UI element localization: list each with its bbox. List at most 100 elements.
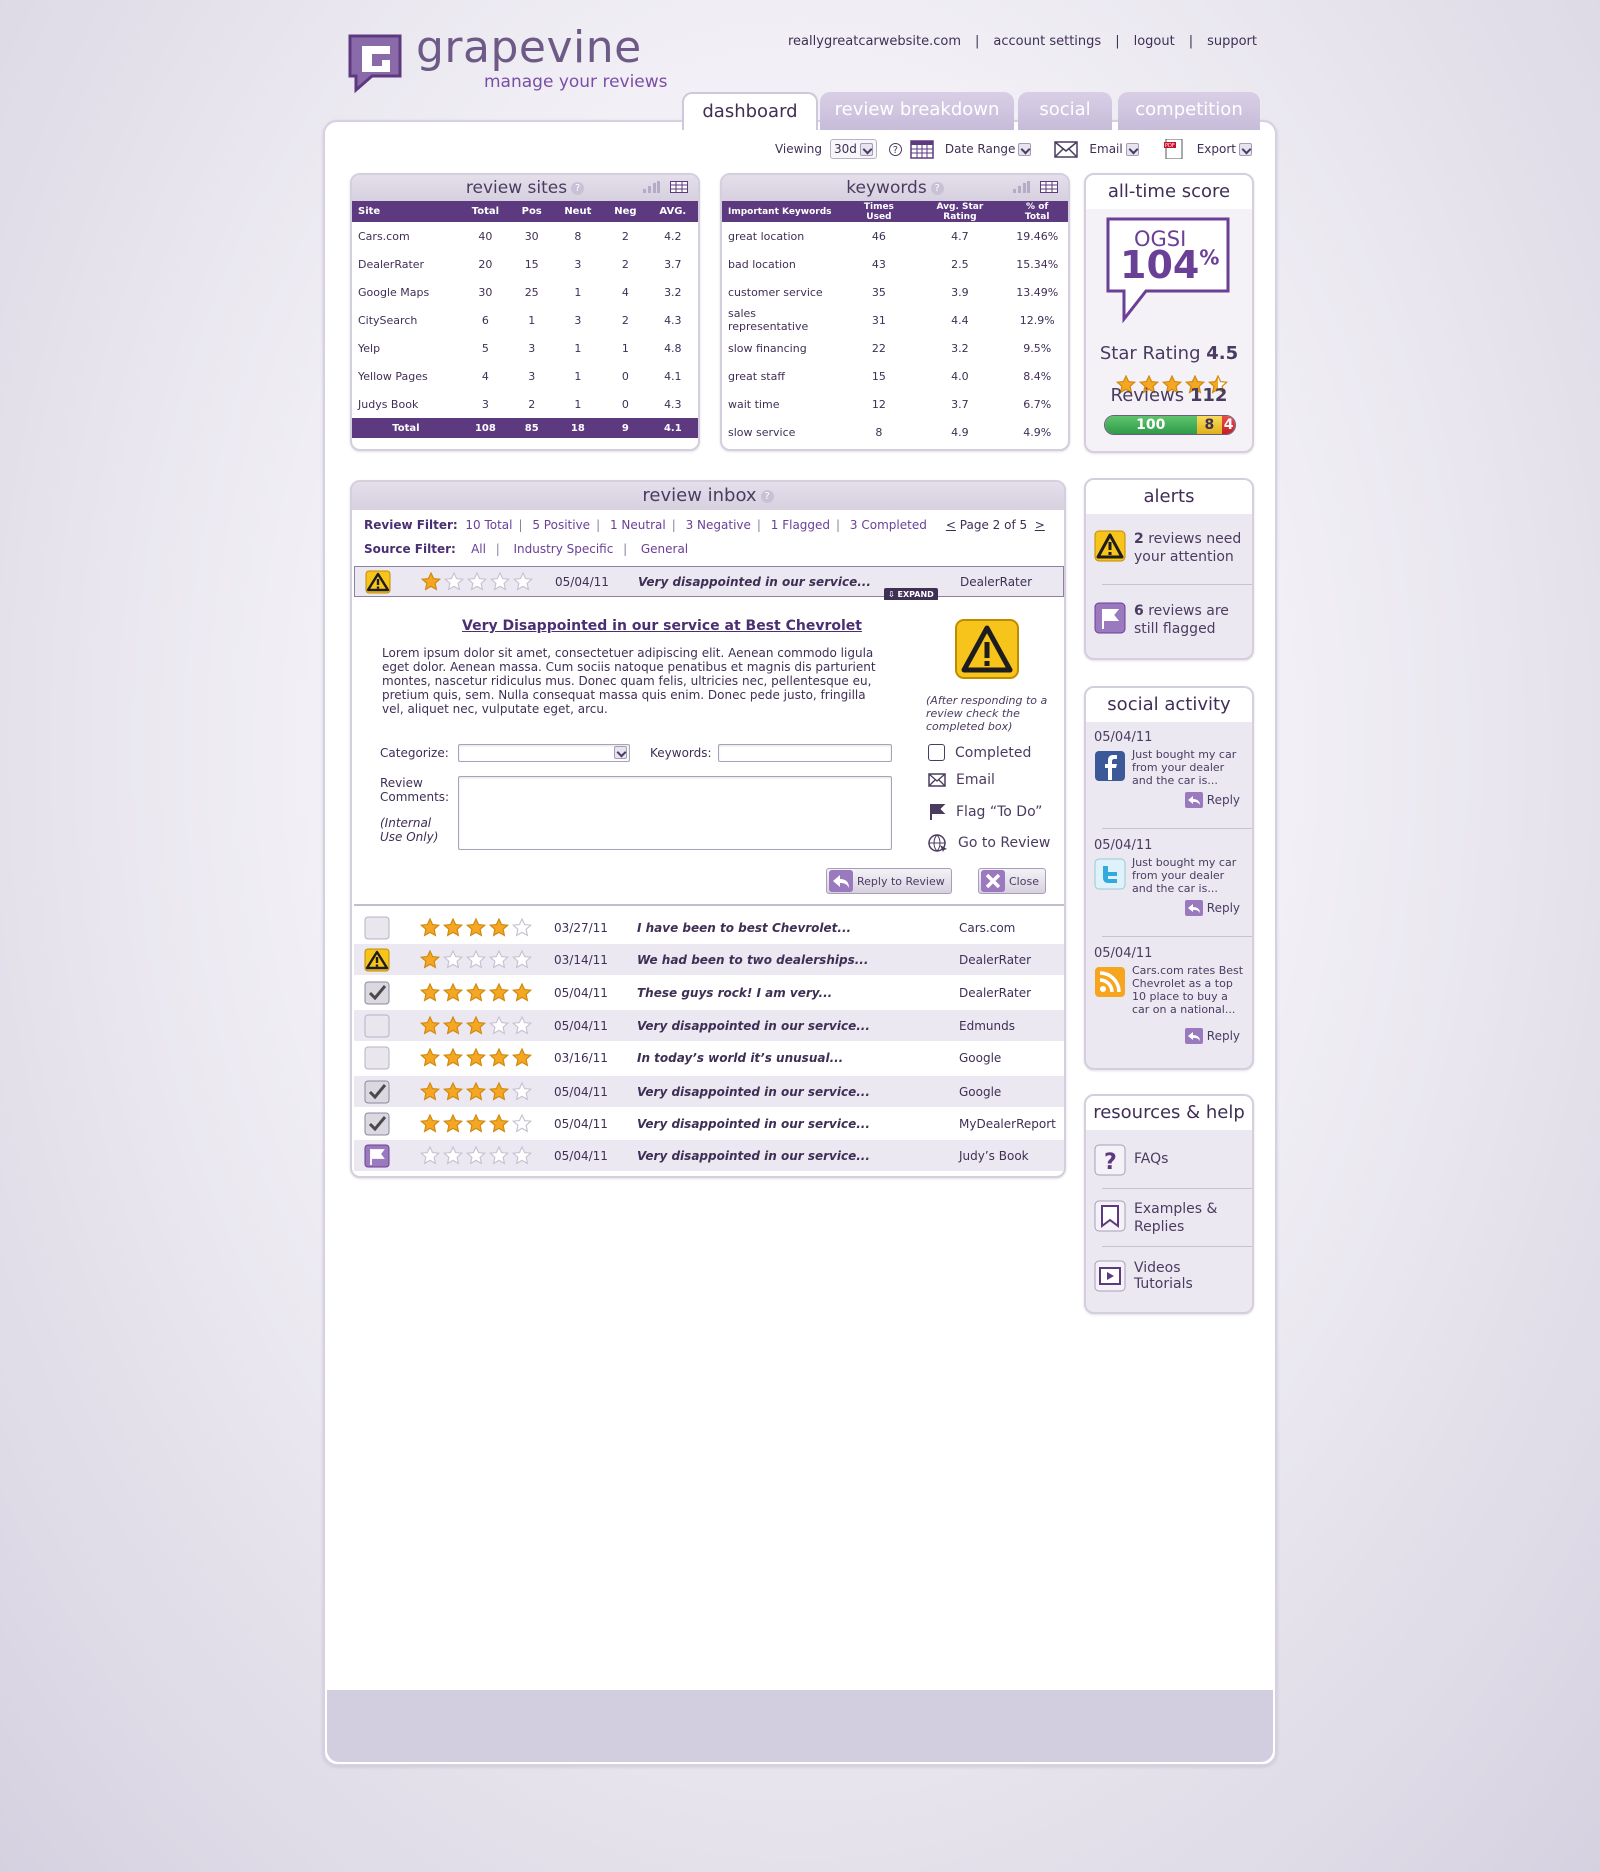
review-row-expanded[interactable]: 05/04/11 Very disappointed in our servic… bbox=[354, 566, 1064, 597]
viewing-select[interactable]: 30d bbox=[830, 139, 877, 159]
email-label: Email bbox=[1089, 142, 1123, 156]
go-to-review-action[interactable]: Go to Review bbox=[928, 834, 1050, 852]
table-cell: 6 bbox=[481, 313, 489, 327]
review-source: Cars.com bbox=[959, 920, 1016, 935]
table-cell: 9 bbox=[603, 418, 648, 438]
review-row[interactable]: 05/04/11 Very disappointed in our service… bbox=[354, 1140, 1064, 1171]
status-toggle[interactable] bbox=[364, 1046, 390, 1070]
status-toggle[interactable] bbox=[364, 1144, 390, 1168]
chevron-down-icon bbox=[1239, 142, 1252, 156]
review-row[interactable]: 03/14/11 We had been to two dealerships..… bbox=[354, 944, 1064, 975]
alert-attention[interactable]: 2 reviews need your attention bbox=[1094, 530, 1249, 566]
help-icon[interactable]: ? bbox=[888, 142, 902, 156]
review-stars bbox=[420, 918, 532, 937]
categorize-select[interactable] bbox=[458, 744, 630, 762]
filter-flagged[interactable]: 1 Flagged bbox=[771, 518, 830, 532]
review-comments-textarea[interactable] bbox=[458, 776, 892, 850]
export-select[interactable]: Export bbox=[1194, 139, 1255, 159]
table-cell: 4.1 bbox=[647, 418, 698, 438]
table-cell: 108 bbox=[459, 418, 511, 438]
review-source: Edmunds bbox=[959, 1018, 1015, 1033]
review-row[interactable]: 05/04/11 Very disappointed in our service… bbox=[354, 1010, 1064, 1041]
alert-flagged[interactable]: 6 reviews are still flagged bbox=[1094, 602, 1249, 638]
table-cell: 2 bbox=[621, 229, 629, 243]
review-date: 03/14/11 bbox=[554, 952, 608, 967]
star-full-icon bbox=[443, 1114, 463, 1133]
filter-positive[interactable]: 5 Positive bbox=[532, 518, 590, 532]
status-toggle[interactable] bbox=[364, 1080, 390, 1104]
email-select[interactable]: Email bbox=[1086, 139, 1141, 159]
book-icon bbox=[1094, 1200, 1126, 1232]
status-toggle[interactable] bbox=[364, 916, 390, 940]
source-general[interactable]: General bbox=[641, 542, 688, 556]
help-icon[interactable]: ? bbox=[930, 181, 944, 195]
email-action[interactable]: Email bbox=[928, 772, 995, 788]
reply-to-review-button[interactable]: Reply to Review bbox=[826, 868, 952, 894]
table-cell: bad location bbox=[728, 257, 796, 271]
positive-segment: 100 bbox=[1105, 416, 1197, 434]
help-icon[interactable]: ? bbox=[760, 489, 774, 503]
filter-negative[interactable]: 3 Negative bbox=[686, 518, 751, 532]
table-cell: Total bbox=[352, 418, 460, 438]
grapevine-logo[interactable]: grapevine manage your reviews bbox=[346, 22, 676, 100]
star-full-icon bbox=[420, 1016, 440, 1035]
filter-completed[interactable]: 3 Completed bbox=[850, 518, 927, 532]
checkbox-icon bbox=[364, 916, 390, 939]
table-cell: DealerRater bbox=[358, 257, 425, 271]
bar-chart-icon[interactable] bbox=[642, 181, 660, 193]
close-button[interactable]: Close bbox=[978, 868, 1046, 894]
reply-button[interactable]: Reply bbox=[1184, 792, 1240, 808]
tab-review-breakdown[interactable]: review breakdown bbox=[820, 92, 1014, 130]
resource-examples[interactable]: Examples & Replies bbox=[1094, 1200, 1234, 1236]
review-source: Google bbox=[959, 1050, 1002, 1065]
tab-competition[interactable]: competition bbox=[1118, 92, 1260, 130]
review-row[interactable]: 05/04/11 Very disappointed in our service… bbox=[354, 1076, 1064, 1107]
status-toggle[interactable] bbox=[364, 981, 390, 1005]
review-row[interactable]: 03/16/11 In today’s world it’s unusual...… bbox=[354, 1042, 1064, 1073]
website-link[interactable]: reallygreatcarwebsite.com bbox=[788, 34, 961, 49]
tab-dashboard[interactable]: dashboard bbox=[682, 92, 818, 130]
bar-chart-icon[interactable] bbox=[1012, 181, 1030, 193]
completed-checkbox[interactable]: Completed bbox=[928, 744, 1031, 761]
review-row[interactable]: 03/27/11 I have been to best Chevrolet...… bbox=[354, 912, 1064, 943]
review-row[interactable]: 05/04/11 Very disappointed in our service… bbox=[354, 1108, 1064, 1139]
status-toggle[interactable] bbox=[364, 948, 390, 972]
table-row: customer service 35 3.9 13.49% bbox=[722, 278, 1068, 306]
review-inbox-title: review inbox bbox=[642, 485, 757, 506]
keywords-input[interactable] bbox=[718, 744, 892, 762]
table-cell: 25 bbox=[524, 285, 539, 299]
reply-button[interactable]: Reply bbox=[1184, 1028, 1240, 1044]
support-link[interactable]: support bbox=[1207, 34, 1257, 49]
pager-next[interactable]: > bbox=[1035, 518, 1045, 532]
table-icon[interactable] bbox=[1040, 181, 1058, 193]
source-all[interactable]: All bbox=[471, 542, 486, 556]
resource-videos[interactable]: Videos Tutorials bbox=[1094, 1260, 1234, 1292]
table-row: Judys Book 3 2 1 0 4.3 bbox=[352, 390, 698, 418]
filter-neutral[interactable]: 1 Neutral bbox=[610, 518, 666, 532]
table-row: sales representative 31 4.4 12.9% bbox=[722, 306, 1068, 334]
flag-todo-action[interactable]: Flag “To Do” bbox=[928, 803, 1042, 821]
divider bbox=[1102, 584, 1252, 585]
tab-social[interactable]: social bbox=[1018, 92, 1112, 130]
separator: | bbox=[1115, 34, 1120, 49]
warning-icon[interactable] bbox=[365, 570, 391, 594]
account-settings-link[interactable]: account settings bbox=[993, 34, 1101, 49]
review-snippet: We had been to two dealerships... bbox=[637, 952, 869, 967]
review-row[interactable]: 05/04/11 These guys rock! I am very... Dea… bbox=[354, 977, 1064, 1008]
help-icon[interactable]: ? bbox=[571, 181, 585, 195]
source-industry-specific[interactable]: Industry Specific bbox=[513, 542, 613, 556]
pager-prev[interactable]: < bbox=[946, 518, 956, 532]
brand-name: grapevine bbox=[416, 22, 642, 73]
status-toggle[interactable] bbox=[364, 1112, 390, 1136]
review-snippet: Very disappointed in our service... bbox=[637, 1148, 870, 1163]
logout-link[interactable]: logout bbox=[1134, 34, 1175, 49]
filter-total[interactable]: 10 Total bbox=[465, 518, 512, 532]
table-cell: 3 bbox=[574, 313, 582, 327]
resource-faqs[interactable]: ? FAQs bbox=[1094, 1144, 1168, 1176]
warning-icon bbox=[364, 948, 390, 971]
table-icon[interactable] bbox=[670, 181, 688, 193]
divider bbox=[1102, 936, 1252, 937]
date-range-select[interactable]: Date Range bbox=[942, 139, 1035, 159]
status-toggle[interactable] bbox=[364, 1014, 390, 1038]
reply-button[interactable]: Reply bbox=[1184, 900, 1240, 916]
